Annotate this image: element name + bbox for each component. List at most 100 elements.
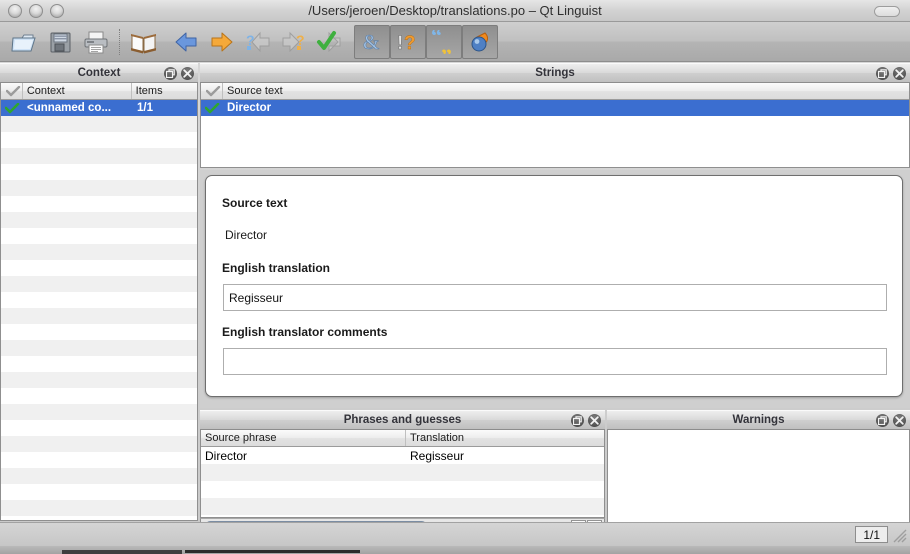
status-bar: 1/1	[0, 522, 910, 546]
warnings-list[interactable]	[607, 430, 910, 528]
strings-row-source-text: Director	[227, 102, 272, 114]
source-text-label: Source text	[222, 196, 288, 210]
open-folder-icon	[10, 34, 36, 51]
phrases-header-translation[interactable]: Translation	[406, 430, 604, 446]
context-empty-row	[1, 340, 197, 356]
phrases-panel-titlebar: Phrases and guesses	[200, 410, 605, 430]
phrases-row-director[interactable]: Director Regisseur	[201, 447, 604, 464]
strings-list[interactable]: Source text Director	[200, 83, 910, 168]
window-title: /Users/jeroen/Desktop/translations.po – …	[308, 3, 602, 18]
translation-input[interactable]	[223, 284, 887, 311]
book-icon	[131, 33, 156, 53]
strings-panel-titlebar: Strings	[200, 63, 910, 83]
warnings-panel-titlebar: Warnings	[607, 410, 910, 430]
green-check-arrow-icon	[317, 31, 341, 53]
translation-label: English translation	[222, 261, 331, 275]
prev-unfinished-button[interactable]: ?	[240, 25, 276, 59]
context-empty-row	[1, 484, 197, 500]
context-empty-row	[1, 308, 197, 324]
context-empty-row	[1, 228, 197, 244]
context-header-check[interactable]	[1, 83, 23, 99]
green-check-icon	[4, 102, 19, 113]
phrases-empty-row	[201, 464, 604, 481]
check-column-icon	[5, 85, 21, 96]
context-empty-row	[1, 372, 197, 388]
ending-punctuation-validation-button[interactable]: ! ?	[390, 25, 426, 59]
question-right-arrow-icon: ?	[282, 31, 305, 53]
open-phrase-book-button[interactable]	[126, 25, 162, 59]
float-icon	[878, 69, 887, 78]
svg-text:?: ?	[404, 33, 416, 54]
context-empty-row	[1, 260, 197, 276]
float-icon	[573, 416, 582, 425]
accelerator-validation-button[interactable]: &	[354, 25, 390, 59]
next-unfinished-button[interactable]: ?	[276, 25, 312, 59]
phrases-row-translation: Regisseur	[410, 448, 465, 463]
context-empty-row	[1, 404, 197, 420]
quotes-icon: “ „	[431, 30, 452, 54]
prev-button[interactable]	[168, 25, 204, 59]
printer-icon	[84, 31, 107, 53]
warnings-close-button[interactable]	[893, 414, 906, 427]
strings-row-director[interactable]: Director	[201, 100, 909, 116]
open-file-button[interactable]	[6, 25, 42, 59]
context-empty-row	[1, 452, 197, 468]
context-empty-row	[1, 132, 197, 148]
phrases-close-button[interactable]	[588, 414, 601, 427]
context-float-button[interactable]	[164, 67, 177, 80]
editor-area: Source text Director English translation…	[200, 170, 910, 408]
strings-list-header: Source text	[201, 83, 909, 100]
save-file-button[interactable]	[42, 25, 78, 59]
next-button[interactable]	[204, 25, 240, 59]
phrases-list[interactable]: Source phrase Translation Director Regis…	[200, 430, 605, 518]
strings-header-check[interactable]	[201, 83, 223, 99]
phrases-list-header: Source phrase Translation	[201, 430, 604, 447]
close-icon	[895, 69, 904, 78]
translation-editor-card: Source text Director English translation…	[205, 175, 903, 397]
context-empty-row	[1, 500, 197, 516]
ampersand-icon: &	[363, 30, 380, 54]
context-row-unnamed[interactable]: <unnamed co... 1/1	[1, 100, 197, 116]
context-empty-row	[1, 148, 197, 164]
phrase-match-validation-button[interactable]: “ „	[426, 25, 462, 59]
svg-text:?: ?	[246, 32, 255, 48]
close-icon	[590, 416, 599, 425]
window-titlebar: /Users/jeroen/Desktop/translations.po – …	[0, 0, 910, 22]
close-icon	[183, 69, 192, 78]
warnings-float-button[interactable]	[876, 414, 889, 427]
toolbar-toggle-button[interactable]	[874, 6, 900, 17]
context-panel-titlebar: Context	[0, 63, 198, 83]
strings-row-check[interactable]	[201, 102, 223, 114]
context-empty-row	[1, 212, 197, 228]
window-bottom-edge	[0, 546, 910, 554]
phrases-header-source-phrase[interactable]: Source phrase	[201, 430, 406, 446]
resize-grip-icon[interactable]	[892, 528, 907, 543]
warnings-panel: Warnings	[607, 410, 910, 528]
context-empty-row	[1, 276, 197, 292]
phrases-float-button[interactable]	[571, 414, 584, 427]
done-and-next-button[interactable]	[312, 25, 348, 59]
svg-text:!: !	[397, 33, 403, 54]
strings-close-button[interactable]	[893, 67, 906, 80]
status-progress-count: 1/1	[855, 526, 888, 543]
translator-comments-input[interactable]	[223, 348, 887, 375]
context-row-check[interactable]	[1, 102, 23, 114]
main-toolbar: ? ? & ! ? “ „	[0, 22, 910, 62]
floppy-disk-icon	[50, 32, 70, 52]
context-empty-row	[1, 196, 197, 212]
phrases-empty-row	[201, 498, 604, 515]
left-arrow-icon	[175, 32, 197, 52]
question-left-arrow-icon: ?	[246, 31, 270, 53]
strings-float-button[interactable]	[876, 67, 889, 80]
context-empty-row	[1, 436, 197, 452]
context-header-items[interactable]: Items	[132, 83, 197, 99]
context-close-button[interactable]	[181, 67, 194, 80]
strings-header-source-text[interactable]: Source text	[223, 83, 909, 99]
context-list[interactable]: Context Items <unnamed co... 1/1	[0, 83, 198, 521]
warnings-panel-title: Warnings	[732, 414, 785, 426]
context-header-context[interactable]: Context	[23, 83, 132, 99]
context-row-items: 1/1	[137, 102, 153, 114]
context-empty-row	[1, 116, 197, 132]
print-button[interactable]	[78, 25, 114, 59]
place-marker-validation-button[interactable]	[462, 25, 498, 59]
